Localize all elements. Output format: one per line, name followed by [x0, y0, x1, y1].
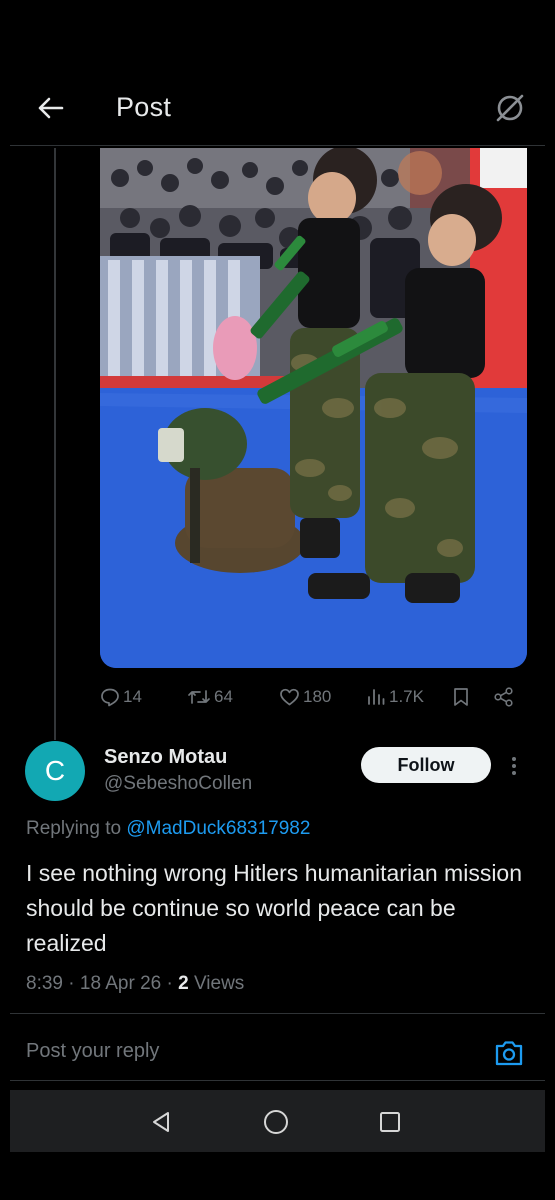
replying-to-label: Replying to	[26, 818, 122, 839]
post-metadata: 8:39 · 18 Apr 26 · 2 Views	[26, 973, 244, 995]
post-time: 8:39	[26, 973, 63, 994]
share-action[interactable]	[493, 682, 515, 712]
square-recents-icon	[380, 1112, 400, 1132]
heart-icon	[279, 687, 300, 707]
meta-separator: ·	[68, 973, 80, 994]
replying-to-mention[interactable]: @MadDuck68317982	[126, 818, 310, 839]
views-action[interactable]: 1.7K	[366, 682, 424, 712]
page-title: Post	[116, 92, 172, 122]
analytics-bars-icon	[366, 687, 386, 707]
grok-slash-circle-icon	[496, 94, 524, 122]
repost-action[interactable]: 64	[187, 682, 233, 712]
nav-home-button[interactable]	[258, 1104, 294, 1140]
header-divider	[10, 145, 545, 146]
meta-separator: ·	[166, 973, 179, 994]
more-vertical-icon	[512, 757, 516, 775]
reply-views-count[interactable]: 2	[178, 973, 189, 994]
system-navigation-bar	[10, 1090, 545, 1152]
share-nodes-icon	[493, 687, 515, 707]
repost-arrows-icon	[187, 687, 211, 707]
replying-to-line: Replying to @MadDuck68317982	[26, 818, 310, 840]
nav-recents-button[interactable]	[372, 1104, 408, 1140]
more-options-button[interactable]	[504, 752, 524, 780]
post-date: 18 Apr 26	[79, 973, 162, 994]
back-button[interactable]	[30, 90, 70, 126]
reply-divider	[10, 1013, 545, 1014]
post-action-bar: 14 64 180 1.7K	[100, 682, 530, 712]
like-count: 180	[303, 687, 332, 706]
reply-input[interactable]: Post your reply	[26, 1040, 159, 1063]
comment-bubble-icon	[100, 687, 120, 707]
triangle-back-icon	[153, 1112, 169, 1132]
nav-back-button[interactable]	[143, 1104, 179, 1140]
author-handle[interactable]: @SebeshoCollen	[104, 773, 252, 795]
reply-action[interactable]: 14	[100, 682, 142, 712]
repost-count: 64	[214, 687, 233, 706]
top-app-bar: Post	[0, 70, 555, 146]
circle-home-icon	[264, 1110, 288, 1134]
like-action[interactable]: 180	[279, 682, 331, 712]
bookmark-action[interactable]	[452, 682, 470, 712]
reply-count: 14	[123, 687, 142, 706]
views-count: 1.7K	[389, 687, 424, 706]
camera-button[interactable]	[490, 1034, 528, 1072]
follow-button[interactable]: Follow	[361, 747, 491, 783]
thread-connector-line	[54, 148, 56, 740]
reply-text: I see nothing wrong Hitlers humanitarian…	[26, 860, 523, 956]
post-photo-illustration	[100, 148, 527, 668]
post-photo[interactable]	[100, 148, 527, 668]
reply-composer: Post your reply	[0, 1030, 555, 1080]
avatar[interactable]: C	[25, 741, 85, 801]
reply-views-label: Views	[193, 973, 245, 994]
bookmark-icon	[452, 687, 470, 707]
composer-divider	[10, 1080, 545, 1081]
author-display-name[interactable]: Senzo Motau	[104, 746, 227, 769]
grok-button[interactable]	[488, 88, 532, 128]
camera-icon	[495, 1041, 523, 1066]
arrow-left-icon	[38, 97, 64, 119]
